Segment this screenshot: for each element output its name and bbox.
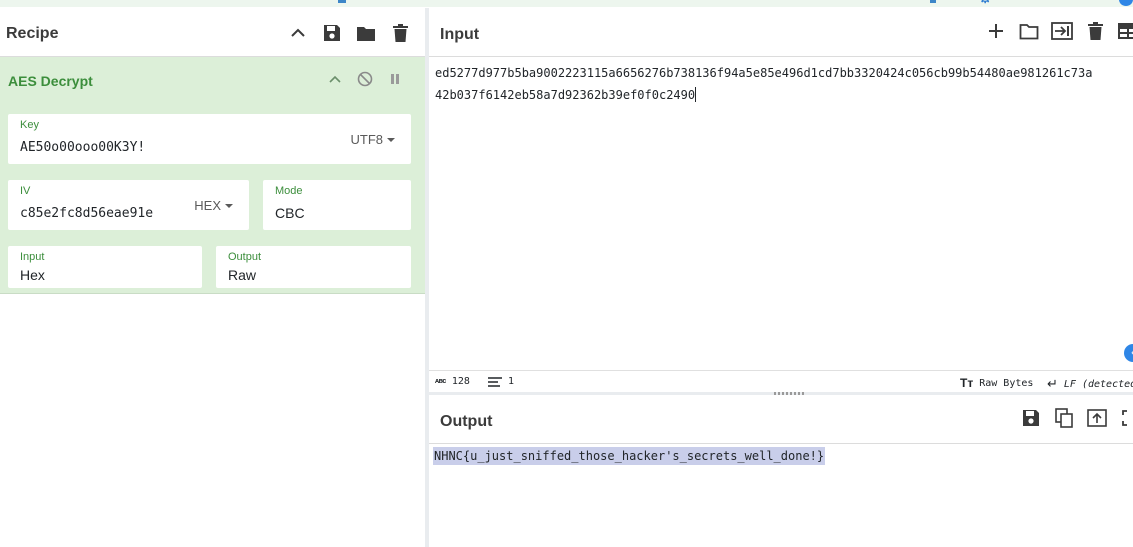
save-output-icon[interactable]: [1020, 407, 1042, 429]
output-format-select[interactable]: Raw: [228, 267, 256, 283]
input-textarea[interactable]: ed5277d977b5ba9002223115a6656276b738136f…: [435, 62, 1133, 106]
lines-indicator: 1: [488, 376, 514, 387]
output-text[interactable]: NHNC{u_just_sniffed_those_hacker's_secre…: [433, 447, 826, 465]
input-line: 42b037f6142eb58a7d92362b39ef0f0c2490: [435, 88, 696, 102]
output-format-field[interactable]: Output Raw: [216, 246, 411, 288]
input-header: Input: [429, 8, 1133, 57]
replace-input-icon[interactable]: [1086, 407, 1108, 429]
caret-down-icon: [387, 137, 395, 142]
mode-select[interactable]: CBC: [275, 205, 305, 221]
text-cursor: [695, 87, 697, 102]
chevron-icon[interactable]: ‹: [1124, 344, 1133, 362]
maximize-icon[interactable]: [1119, 407, 1133, 429]
input-format-select[interactable]: Hex: [20, 267, 45, 283]
trash-icon[interactable]: [1084, 20, 1106, 42]
iv-label: IV: [20, 185, 31, 197]
output-header: Output: [429, 395, 1133, 444]
top-toolbar-edge: ⚙: [0, 0, 1133, 7]
recipe-pane: Recipe AES Decrypt Key AE50o00ooo00K3Y! …: [0, 8, 425, 547]
folder-open-icon[interactable]: [355, 22, 377, 44]
operation-title: AES Decrypt: [8, 73, 93, 89]
gear-icon[interactable]: ⚙: [978, 0, 994, 7]
key-label: Key: [20, 119, 39, 131]
encoding-indicator[interactable]: Tт Raw Bytes: [960, 376, 1033, 390]
lines-icon: [488, 376, 502, 387]
save-recipe-icon[interactable]: [321, 22, 343, 44]
input-line: ed5277d977b5ba9002223115a6656276b738136f…: [435, 66, 1093, 80]
import-icon[interactable]: [1051, 20, 1073, 42]
aes-decrypt-operation: AES Decrypt Key AE50o00ooo00K3Y! UTF8 IV…: [0, 57, 425, 294]
length-icon: ᴀʙᴄ: [435, 378, 446, 385]
eol-indicator[interactable]: ↵ LF (detected): [1047, 376, 1133, 392]
mode-label: Mode: [275, 185, 303, 197]
disable-icon[interactable]: [355, 69, 375, 89]
input-format-field[interactable]: Input Hex: [8, 246, 202, 288]
chevron-up-icon[interactable]: [325, 69, 345, 89]
input-title: Input: [440, 26, 480, 43]
caret-down-icon: [225, 203, 233, 208]
pause-icon[interactable]: [385, 69, 405, 89]
plus-icon[interactable]: [985, 20, 1007, 42]
copy-icon[interactable]: [1053, 407, 1075, 429]
recipe-title: Recipe: [6, 25, 59, 42]
key-field[interactable]: Key AE50o00ooo00K3Y! UTF8: [8, 114, 411, 164]
length-value: 128: [451, 376, 470, 387]
iv-input[interactable]: c85e2fc8d56eae91e: [20, 206, 153, 221]
input-status-bar: ᴀʙᴄ 128 1 Tт Raw Bytes ↵ LF (detected): [429, 370, 1133, 394]
help-icon[interactable]: [1119, 0, 1133, 6]
output-title: Output: [440, 413, 493, 430]
toolbar-fragment: [338, 0, 346, 3]
output-pane: Output NHNC{u_just_sniffed_those_hacker'…: [429, 395, 1133, 547]
iv-encoding-dropdown[interactable]: HEX: [194, 198, 233, 213]
eol-value: LF (detected): [1063, 378, 1133, 390]
folder-icon[interactable]: [1018, 20, 1040, 42]
text-type-icon: Tт: [960, 376, 974, 390]
iv-field[interactable]: IV c85e2fc8d56eae91e HEX: [8, 180, 249, 230]
length-indicator: ᴀʙᴄ 128: [435, 376, 470, 387]
output-format-label: Output: [228, 251, 262, 263]
return-arrow-icon: ↵: [1047, 376, 1058, 391]
layout-icon[interactable]: [1117, 20, 1133, 42]
iv-encoding-value: HEX: [194, 198, 221, 213]
toolbar-fragment: [930, 0, 936, 3]
chevron-up-icon[interactable]: [287, 22, 309, 44]
input-format-label: Input: [20, 251, 45, 263]
mode-field[interactable]: Mode CBC: [263, 180, 411, 230]
key-encoding-dropdown[interactable]: UTF8: [350, 132, 395, 147]
key-input[interactable]: AE50o00ooo00K3Y!: [20, 140, 145, 155]
encoding-value: Raw Bytes: [979, 377, 1034, 389]
key-encoding-value: UTF8: [350, 132, 384, 147]
recipe-header: Recipe: [0, 8, 425, 57]
input-pane: Input ed5277d977b5ba9002223115a6656276b7…: [429, 8, 1133, 394]
trash-icon[interactable]: [389, 22, 411, 44]
lines-value: 1: [508, 376, 515, 387]
